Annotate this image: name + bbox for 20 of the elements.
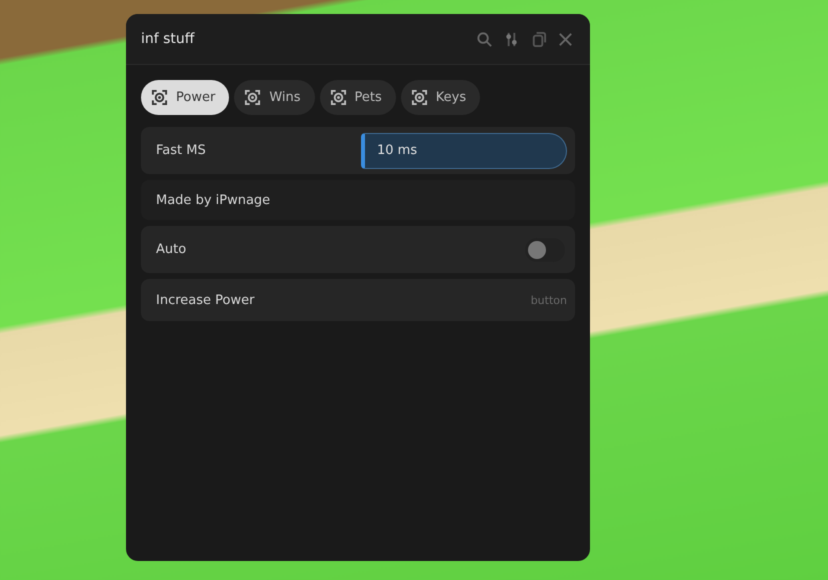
tab[interactable]: Wins — [234, 80, 315, 115]
window-title: inf stuff — [141, 31, 194, 47]
toggle-switch[interactable] — [525, 238, 565, 262]
target-icon — [151, 89, 168, 106]
button-hint: button — [530, 294, 567, 306]
option-label: Made by iPwnage — [156, 192, 270, 208]
target-icon — [410, 89, 428, 106]
tab[interactable]: Keys — [400, 80, 480, 115]
close-icon[interactable] — [557, 30, 574, 48]
target-icon — [244, 89, 262, 106]
search-icon[interactable] — [476, 30, 493, 48]
option-label: Fast MS — [156, 143, 206, 158]
tab[interactable]: Pets — [320, 80, 396, 115]
action-button[interactable]: Increase Power button — [141, 279, 575, 321]
tab[interactable]: Power — [141, 80, 230, 115]
option-label: Increase Power — [156, 292, 254, 308]
option-label: Auto — [156, 242, 186, 257]
input-field[interactable]: 10 ms — [361, 132, 567, 168]
minimize-icon[interactable] — [530, 30, 547, 48]
target-icon — [330, 89, 347, 106]
